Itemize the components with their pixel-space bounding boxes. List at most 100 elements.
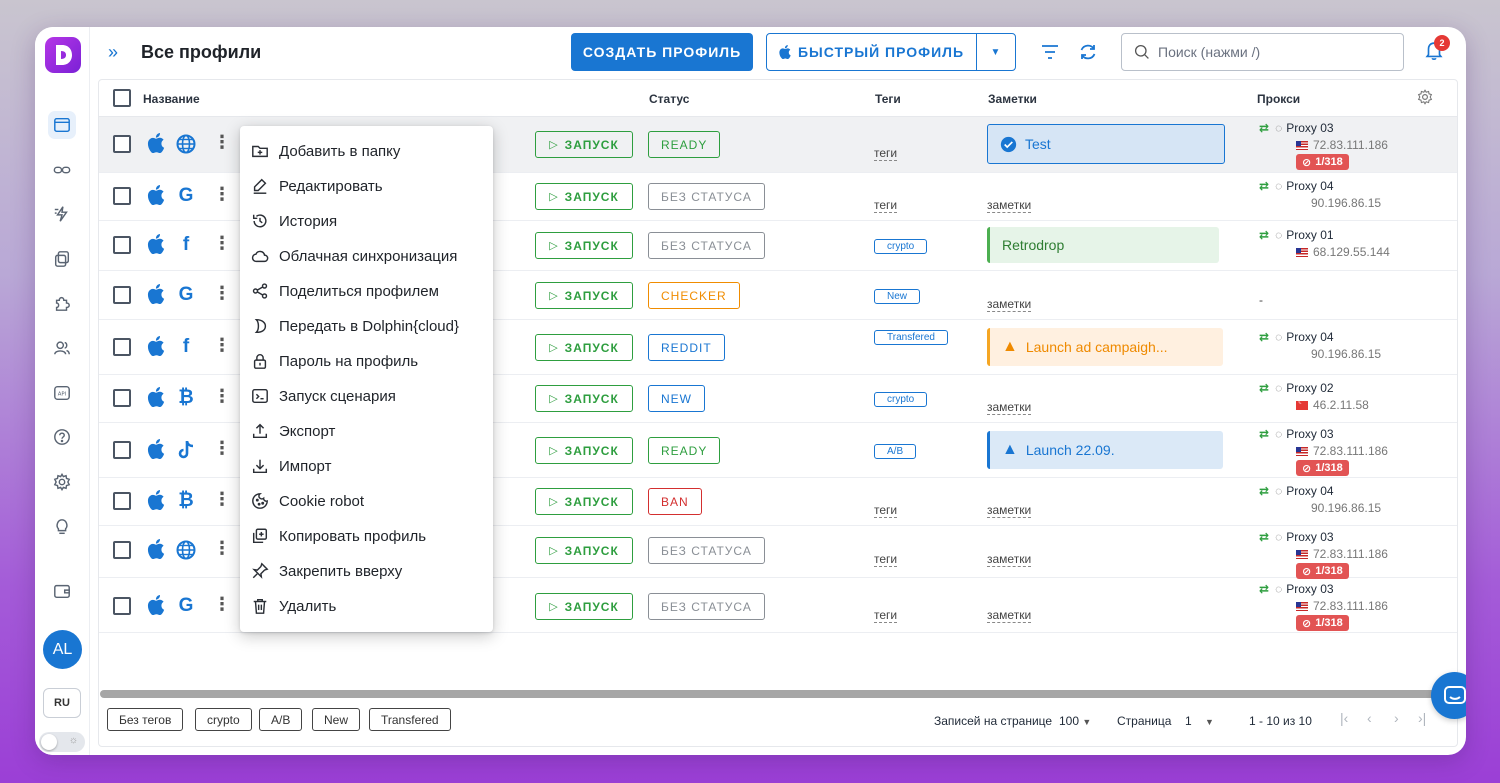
refresh-proxy-icon[interactable]: ◌	[1275, 530, 1282, 544]
swap-proxy-icon[interactable]: ⇄	[1259, 427, 1269, 441]
footer-tag-filter[interactable]: Transfered	[369, 708, 451, 731]
notes-link[interactable]: заметки	[987, 609, 1032, 623]
expand-sidebar-icon[interactable]: »	[108, 42, 118, 63]
quick-profile-dropdown-icon[interactable]: ▼	[977, 47, 1015, 58]
swap-proxy-icon[interactable]: ⇄	[1259, 330, 1269, 344]
sidebar-settings-icon[interactable]	[48, 468, 76, 496]
sidebar-users-icon[interactable]	[48, 334, 76, 362]
swap-proxy-icon[interactable]: ⇄	[1259, 582, 1269, 596]
launch-button[interactable]: ▷ ЗАПУСК	[535, 131, 633, 158]
dolphin-logo[interactable]	[45, 37, 81, 73]
status-badge[interactable]: READY	[648, 437, 721, 464]
status-badge[interactable]: БЕЗ СТАТУСА	[648, 183, 765, 210]
theme-toggle[interactable]: ☼	[39, 732, 85, 752]
swap-proxy-icon[interactable]: ⇄	[1259, 484, 1269, 498]
row-checkbox[interactable]	[113, 187, 131, 205]
status-badge[interactable]: БЕЗ СТАТУСА	[648, 232, 765, 259]
refresh-proxy-icon[interactable]: ◌	[1275, 381, 1282, 395]
user-avatar[interactable]: AL	[43, 630, 82, 669]
status-badge[interactable]: БЕЗ СТАТУСА	[648, 593, 765, 620]
swap-proxy-icon[interactable]: ⇄	[1259, 179, 1269, 193]
row-more-menu-icon[interactable]: ⋮	[213, 234, 231, 252]
row-more-menu-icon[interactable]: ⋮	[213, 387, 231, 405]
filter-icon[interactable]	[1039, 41, 1061, 63]
refresh-proxy-icon[interactable]: ◌	[1275, 484, 1282, 498]
launch-button[interactable]: ▷ ЗАПУСК	[535, 282, 633, 309]
tags-link[interactable]: теги	[874, 147, 898, 161]
notes-link[interactable]: заметки	[987, 504, 1032, 518]
row-checkbox[interactable]	[113, 389, 131, 407]
row-more-menu-icon[interactable]: ⋮	[213, 539, 231, 557]
launch-button[interactable]: ▷ ЗАПУСК	[535, 183, 633, 210]
row-more-menu-icon[interactable]: ⋮	[213, 284, 231, 302]
footer-tag-filter[interactable]: A/B	[259, 708, 303, 731]
notes-link[interactable]: заметки	[987, 298, 1032, 312]
menu-item-trash[interactable]: Удалить	[251, 595, 336, 617]
proxy-name[interactable]: ⇄ ◌ Proxy 03	[1259, 582, 1334, 596]
sidebar-wallet-icon[interactable]	[48, 577, 76, 605]
tag-chip[interactable]: New	[874, 289, 921, 304]
refresh-proxy-icon[interactable]: ◌	[1275, 427, 1282, 441]
row-more-menu-icon[interactable]: ⋮	[213, 490, 231, 508]
menu-item-copy[interactable]: Копировать профиль	[251, 525, 426, 547]
sidebar-help-icon[interactable]	[48, 423, 76, 451]
note-box[interactable]: ▲ Launch 22.09.	[987, 431, 1223, 469]
menu-item-history[interactable]: История	[251, 210, 337, 232]
proxy-name[interactable]: ⇄ ◌ Proxy 04	[1259, 179, 1334, 193]
horizontal-scrollbar[interactable]	[100, 690, 1455, 698]
language-switch[interactable]: RU	[43, 688, 81, 718]
launch-button[interactable]: ▷ ЗАПУСК	[535, 385, 633, 412]
proxy-name[interactable]: ⇄ ◌ Proxy 01	[1259, 228, 1334, 242]
proxy-name[interactable]: ⇄ ◌ Proxy 02	[1259, 381, 1334, 395]
sidebar-extensions-icon[interactable]	[48, 289, 76, 317]
quick-profile-main[interactable]: БЫСТРЫЙ ПРОФИЛЬ	[767, 34, 977, 70]
select-all-checkbox[interactable]	[113, 89, 131, 107]
launch-button[interactable]: ▷ ЗАПУСК	[535, 537, 633, 564]
sidebar-automation-icon[interactable]	[48, 200, 76, 228]
last-page-icon[interactable]: ›|	[1418, 710, 1426, 726]
tags-link[interactable]: теги	[874, 199, 898, 213]
note-box[interactable]: Retrodrop	[987, 227, 1219, 263]
prev-page-icon[interactable]: ‹	[1367, 710, 1372, 726]
status-badge[interactable]: БЕЗ СТАТУСА	[648, 537, 765, 564]
launch-button[interactable]: ▷ ЗАПУСК	[535, 334, 633, 361]
sidebar-profiles-icon[interactable]	[48, 111, 76, 139]
row-more-menu-icon[interactable]: ⋮	[213, 185, 231, 203]
per-page-select[interactable]: 100 ▼	[1059, 714, 1091, 728]
notes-link[interactable]: заметки	[987, 401, 1032, 415]
menu-item-cookie[interactable]: Cookie robot	[251, 490, 364, 512]
row-checkbox[interactable]	[113, 492, 131, 510]
column-notes[interactable]: Заметки	[988, 92, 1037, 106]
status-badge[interactable]: READY	[648, 131, 721, 158]
tag-chip[interactable]: crypto	[874, 239, 928, 254]
proxy-name[interactable]: ⇄ ◌ Proxy 03	[1259, 427, 1334, 441]
note-box[interactable]: ▲ Launch ad campaigh...	[987, 328, 1223, 366]
row-checkbox[interactable]	[113, 135, 131, 153]
next-page-icon[interactable]: ›	[1394, 710, 1399, 726]
sidebar-api-icon[interactable]: API	[48, 379, 76, 407]
refresh-proxy-icon[interactable]: ◌	[1275, 228, 1282, 242]
menu-item-lock[interactable]: Пароль на профиль	[251, 350, 418, 372]
menu-item-edit[interactable]: Редактировать	[251, 175, 383, 197]
menu-item-upload[interactable]: Экспорт	[251, 420, 335, 442]
tags-link[interactable]: теги	[874, 504, 898, 518]
row-more-menu-icon[interactable]: ⋮	[213, 336, 231, 354]
column-proxy[interactable]: Прокси	[1257, 92, 1300, 106]
proxy-name[interactable]: ⇄ ◌ Proxy 03	[1259, 121, 1334, 135]
launch-button[interactable]: ▷ ЗАПУСК	[535, 593, 633, 620]
refresh-proxy-icon[interactable]: ◌	[1275, 121, 1282, 135]
create-profile-button[interactable]: СОЗДАТЬ ПРОФИЛЬ	[571, 33, 753, 71]
tags-link[interactable]: теги	[874, 553, 898, 567]
proxy-name[interactable]: ⇄ ◌ Proxy 04	[1259, 484, 1334, 498]
first-page-icon[interactable]: |‹	[1340, 710, 1348, 726]
footer-tag-filter[interactable]: Без тегов	[107, 708, 184, 731]
column-name[interactable]: Название	[143, 92, 200, 106]
footer-tag-filter[interactable]: crypto	[195, 708, 252, 731]
tag-chip[interactable]: A/B	[874, 444, 917, 459]
sidebar-copy-icon[interactable]	[48, 245, 76, 273]
menu-item-terminal[interactable]: Запуск сценария	[251, 385, 396, 407]
swap-proxy-icon[interactable]: ⇄	[1259, 530, 1269, 544]
row-more-menu-icon[interactable]: ⋮	[213, 439, 231, 457]
search-input[interactable]	[1158, 44, 1388, 60]
row-more-menu-icon[interactable]: ⋮	[213, 133, 231, 151]
